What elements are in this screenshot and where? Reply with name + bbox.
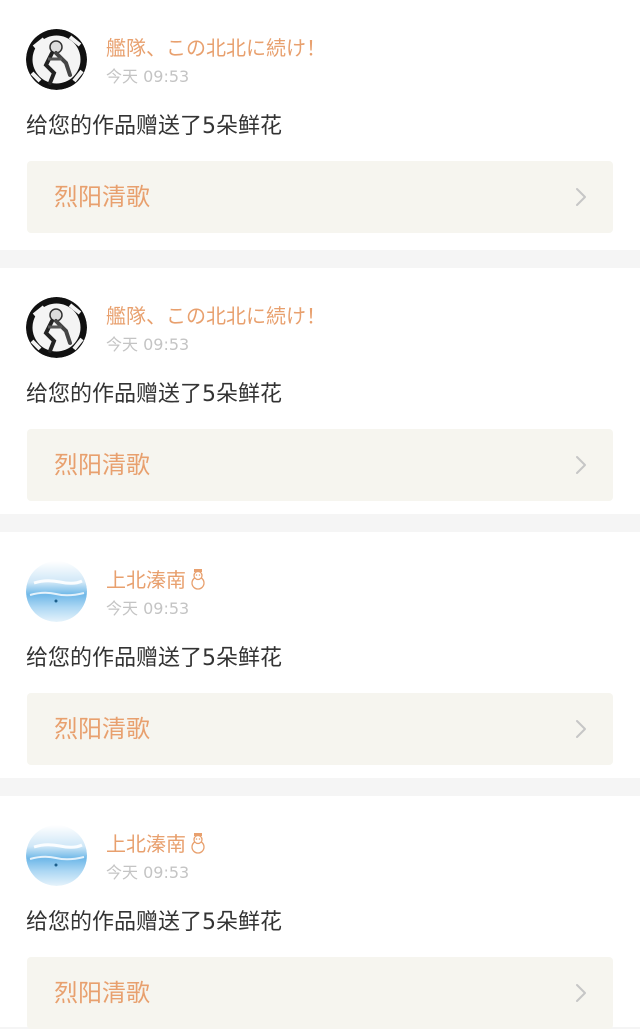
notification-card: 上北溱南 今天 09:53 给您的作品赠送了5朵鲜花 烈阳清歌 xyxy=(0,532,640,778)
avatar[interactable] xyxy=(26,561,87,622)
work-title: 烈阳清歌 xyxy=(54,183,150,211)
avatar[interactable] xyxy=(26,29,87,90)
gift-message: 给您的作品赠送了5朵鲜花 xyxy=(26,382,282,407)
notification-card: 艦隊、この北北に続け！ 今天 09:53 给您的作品赠送了5朵鲜花 烈阳清歌 xyxy=(0,0,640,250)
timestamp: 今天 09:53 xyxy=(106,335,190,354)
sky-sea-avatar-icon xyxy=(26,561,87,622)
username[interactable]: 上北溱南 xyxy=(106,830,208,858)
gift-message: 给您的作品赠送了5朵鲜花 xyxy=(26,114,282,139)
work-link[interactable]: 烈阳清歌 xyxy=(27,161,613,233)
username[interactable]: 艦隊、この北北に続け！ xyxy=(106,34,326,62)
anime-character-avatar-icon xyxy=(26,29,87,90)
work-link[interactable]: 烈阳清歌 xyxy=(27,957,613,1029)
work-title: 烈阳清歌 xyxy=(54,451,150,479)
chevron-right-icon xyxy=(576,188,586,206)
work-link[interactable]: 烈阳清歌 xyxy=(27,693,613,765)
avatar[interactable] xyxy=(26,825,87,886)
timestamp: 今天 09:53 xyxy=(106,599,190,618)
snowman-icon xyxy=(191,569,205,590)
chevron-right-icon xyxy=(576,984,586,1002)
avatar[interactable] xyxy=(26,297,87,358)
chevron-right-icon xyxy=(576,720,586,738)
work-title: 烈阳清歌 xyxy=(54,715,150,743)
notification-card: 艦隊、この北北に続け！ 今天 09:53 给您的作品赠送了5朵鲜花 烈阳清歌 xyxy=(0,268,640,514)
notification-feed: 艦隊、この北北に続け！ 今天 09:53 给您的作品赠送了5朵鲜花 烈阳清歌 艦… xyxy=(0,0,640,1029)
gift-message: 给您的作品赠送了5朵鲜花 xyxy=(26,910,282,935)
gift-message: 给您的作品赠送了5朵鲜花 xyxy=(26,646,282,671)
timestamp: 今天 09:53 xyxy=(106,67,190,86)
work-link[interactable]: 烈阳清歌 xyxy=(27,429,613,501)
work-title: 烈阳清歌 xyxy=(54,979,150,1007)
username[interactable]: 上北溱南 xyxy=(106,566,208,594)
notification-card: 上北溱南 今天 09:53 给您的作品赠送了5朵鲜花 烈阳清歌 xyxy=(0,796,640,1029)
sky-sea-avatar-icon xyxy=(26,825,87,886)
username[interactable]: 艦隊、この北北に続け！ xyxy=(106,302,326,330)
timestamp: 今天 09:53 xyxy=(106,863,190,882)
snowman-icon xyxy=(191,833,205,854)
chevron-right-icon xyxy=(576,456,586,474)
anime-character-avatar-icon xyxy=(26,297,87,358)
